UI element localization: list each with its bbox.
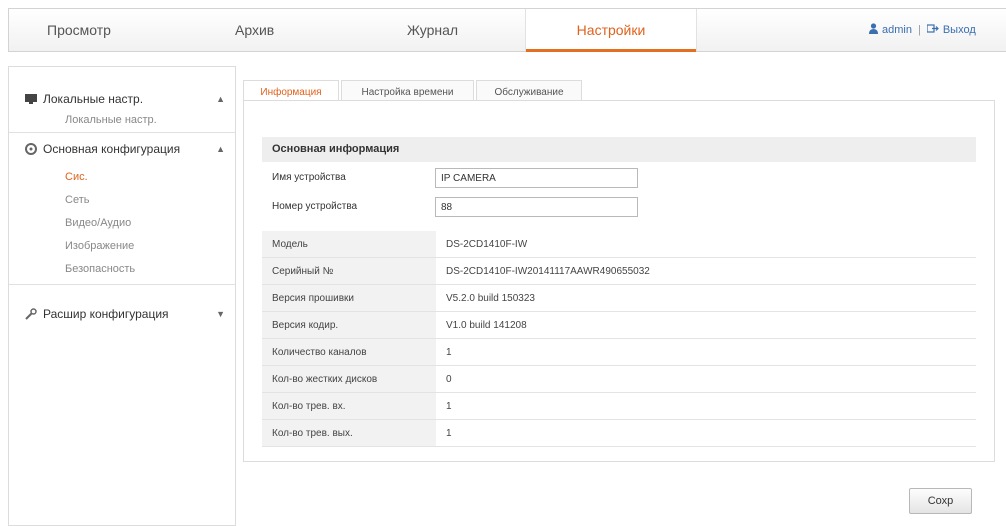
row-key: Количество каналов [262,338,436,366]
sidebar-item-image[interactable]: Изображение [65,236,134,256]
table-row: Модель DS-2CD1410F-IW [262,231,976,258]
save-button[interactable]: Сохр [909,488,972,514]
device-number-input[interactable] [435,197,638,217]
separator: | [917,24,921,36]
collapse-arrow-icon[interactable]: ▲ [216,136,225,162]
sidebar-group-label: Основная конфигурация [43,142,181,156]
row-key: Кол-во трев. вх. [262,392,436,420]
sidebar-item-local-settings[interactable]: Локальные настр. [65,110,157,130]
row-value: 0 [436,365,976,393]
sidebar-group-basic-config[interactable]: Основная конфигурация ▲ [9,136,237,162]
sidebar-group-label: Локальные настр. [43,92,144,106]
row-value: DS-2CD1410F-IW [436,231,976,258]
row-value: V5.2.0 build 150323 [436,284,976,312]
nav-tab-log[interactable]: Журнал [407,9,458,51]
row-key: Версия прошивки [262,284,436,312]
table-row: Кол-во трев. вых. 1 [262,419,976,447]
device-name-label: Имя устройства [272,172,346,183]
sidebar-item-video-audio[interactable]: Видео/Аудио [65,213,131,233]
divider [9,132,235,133]
row-value: DS-2CD1410F-IW20141117AAWR490655032 [436,257,976,285]
section-title: Основная информация [262,137,976,162]
username-link[interactable]: admin [882,24,912,36]
sidebar-item-system[interactable]: Сис. [65,167,88,187]
table-row: Кол-во трев. вх. 1 [262,392,976,420]
gear-icon [25,143,37,155]
device-info-table: Модель DS-2CD1410F-IW Серийный № DS-2CD141… [262,231,976,447]
device-name-input[interactable] [435,168,638,188]
nav-tab-live-view[interactable]: Просмотр [47,9,111,51]
row-value: 1 [436,392,976,420]
row-key: Кол-во трев. вых. [262,419,436,447]
sidebar: Локальные настр. ▲ Локальные настр. Осно… [8,66,236,526]
table-row: Серийный № DS-2CD1410F-IW20141117AAWR4906… [262,257,976,285]
expand-arrow-icon[interactable]: ▼ [216,301,225,327]
logout-link[interactable]: Выход [943,24,976,36]
monitor-icon [25,94,37,104]
user-area: admin | Выход [869,9,976,51]
user-icon [869,23,878,34]
row-key: Версия кодир. [262,311,436,339]
table-row: Кол-во жестких дисков 0 [262,365,976,393]
row-key: Кол-во жестких дисков [262,365,436,393]
sidebar-item-security[interactable]: Безопасность [65,259,135,279]
wrench-icon [25,308,37,320]
divider [9,284,235,285]
row-key: Серийный № [262,257,436,285]
table-row: Версия прошивки V5.2.0 build 150323 [262,284,976,312]
logout-icon [926,24,939,33]
top-navigation: Просмотр Архив Журнал Настройки admin | В… [8,8,1006,52]
collapse-arrow-icon[interactable]: ▲ [216,86,225,112]
sidebar-item-network[interactable]: Сеть [65,190,89,210]
row-value: 1 [436,338,976,366]
row-value: V1.0 build 141208 [436,311,976,339]
sidebar-group-advanced-config[interactable]: Расшир конфигурация ▼ [9,301,237,327]
nav-tab-configuration[interactable]: Настройки [525,9,697,52]
table-row: Количество каналов 1 [262,338,976,366]
device-number-label: Номер устройства [272,201,358,212]
sidebar-group-local[interactable]: Локальные настр. ▲ [9,86,237,112]
sidebar-group-label: Расшир конфигурация [43,307,169,321]
row-value: 1 [436,419,976,447]
row-key: Модель [262,231,436,258]
table-row: Версия кодир. V1.0 build 141208 [262,311,976,339]
nav-tab-playback[interactable]: Архив [235,9,274,51]
